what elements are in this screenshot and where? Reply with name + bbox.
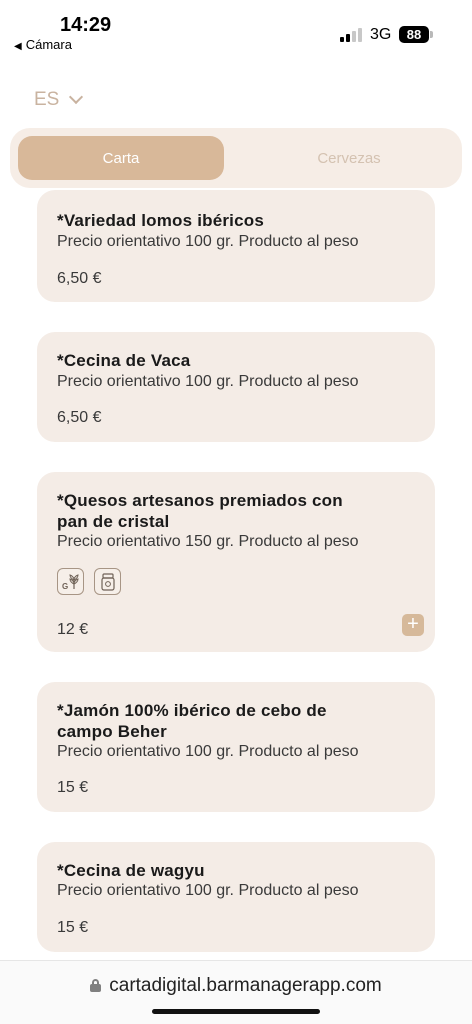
language-code: ES <box>34 89 60 110</box>
product-description: Precio orientativo 100 gr. Producto al p… <box>57 373 359 390</box>
product-name-line-1: *Jamón 100% ibérico de cebo de <box>57 701 327 720</box>
signal-icon <box>340 28 362 42</box>
tab-cervezas[interactable]: Cervezas <box>244 136 454 180</box>
product-name-line-1: *Quesos artesanos premiados con <box>57 491 343 510</box>
back-app-label: Cámara <box>25 37 72 52</box>
back-triangle-icon: ◀ <box>14 41 22 52</box>
battery-icon: 88 <box>399 26 429 43</box>
home-indicator[interactable] <box>152 1009 320 1014</box>
tab-carta[interactable]: Carta <box>18 136 224 180</box>
page: 14:29 ◀ Cámara 3G 88 ES Carta Cervezas *V… <box>0 0 472 1024</box>
chevron-down-icon <box>69 89 84 105</box>
product-description: Precio orientativo 100 gr. Producto al p… <box>57 233 359 250</box>
product-card[interactable]: *Variedad lomos ibéricos Precio orientat… <box>37 190 435 302</box>
product-description: Precio orientativo 100 gr. Producto al p… <box>57 882 359 899</box>
product-name-line-2: pan de cristal <box>57 512 170 531</box>
product-description: Precio orientativo 150 gr. Producto al p… <box>57 533 359 550</box>
add-to-order-button[interactable]: + <box>402 614 424 636</box>
product-card[interactable]: *Quesos artesanos premiados con pan de c… <box>37 472 435 652</box>
product-name-line-2: campo Beher <box>57 722 167 741</box>
battery-tip <box>430 31 433 38</box>
product-card[interactable]: *Cecina de wagyu Precio orientativo 100 … <box>37 842 435 952</box>
product-card[interactable]: *Cecina de Vaca Precio orientativo 100 g… <box>37 332 435 442</box>
status-bar: 14:29 ◀ Cámara 3G 88 <box>0 0 472 60</box>
language-selector[interactable]: ES <box>34 88 84 112</box>
svg-text:G: G <box>62 582 68 591</box>
product-card[interactable]: *Jamón 100% ibérico de cebo de campo Beh… <box>37 682 435 812</box>
back-to-app-link[interactable]: ◀ Cámara <box>14 37 72 52</box>
allergen-list: G <box>57 568 121 595</box>
milk-icon <box>94 568 121 595</box>
url-display[interactable]: cartadigital.barmanagerapp.com <box>0 975 472 997</box>
product-name: *Cecina de wagyu <box>57 861 205 880</box>
browser-url-bar[interactable]: cartadigital.barmanagerapp.com <box>0 960 472 1024</box>
product-name: *Cecina de Vaca <box>57 351 191 370</box>
product-price: 6,50 € <box>57 409 102 426</box>
product-price: 12 € <box>57 621 89 638</box>
product-price: 6,50 € <box>57 270 102 287</box>
product-price: 15 € <box>57 919 89 936</box>
status-time: 14:29 <box>60 14 112 36</box>
network-type: 3G <box>370 26 392 43</box>
product-price: 15 € <box>57 779 89 796</box>
gluten-icon: G <box>57 568 84 595</box>
lock-icon <box>90 979 102 992</box>
product-name: *Variedad lomos ibéricos <box>57 211 264 230</box>
product-description: Precio orientativo 100 gr. Producto al p… <box>57 743 359 760</box>
url-text: cartadigital.barmanagerapp.com <box>109 975 382 996</box>
menu-tabs: Carta Cervezas <box>10 128 462 188</box>
